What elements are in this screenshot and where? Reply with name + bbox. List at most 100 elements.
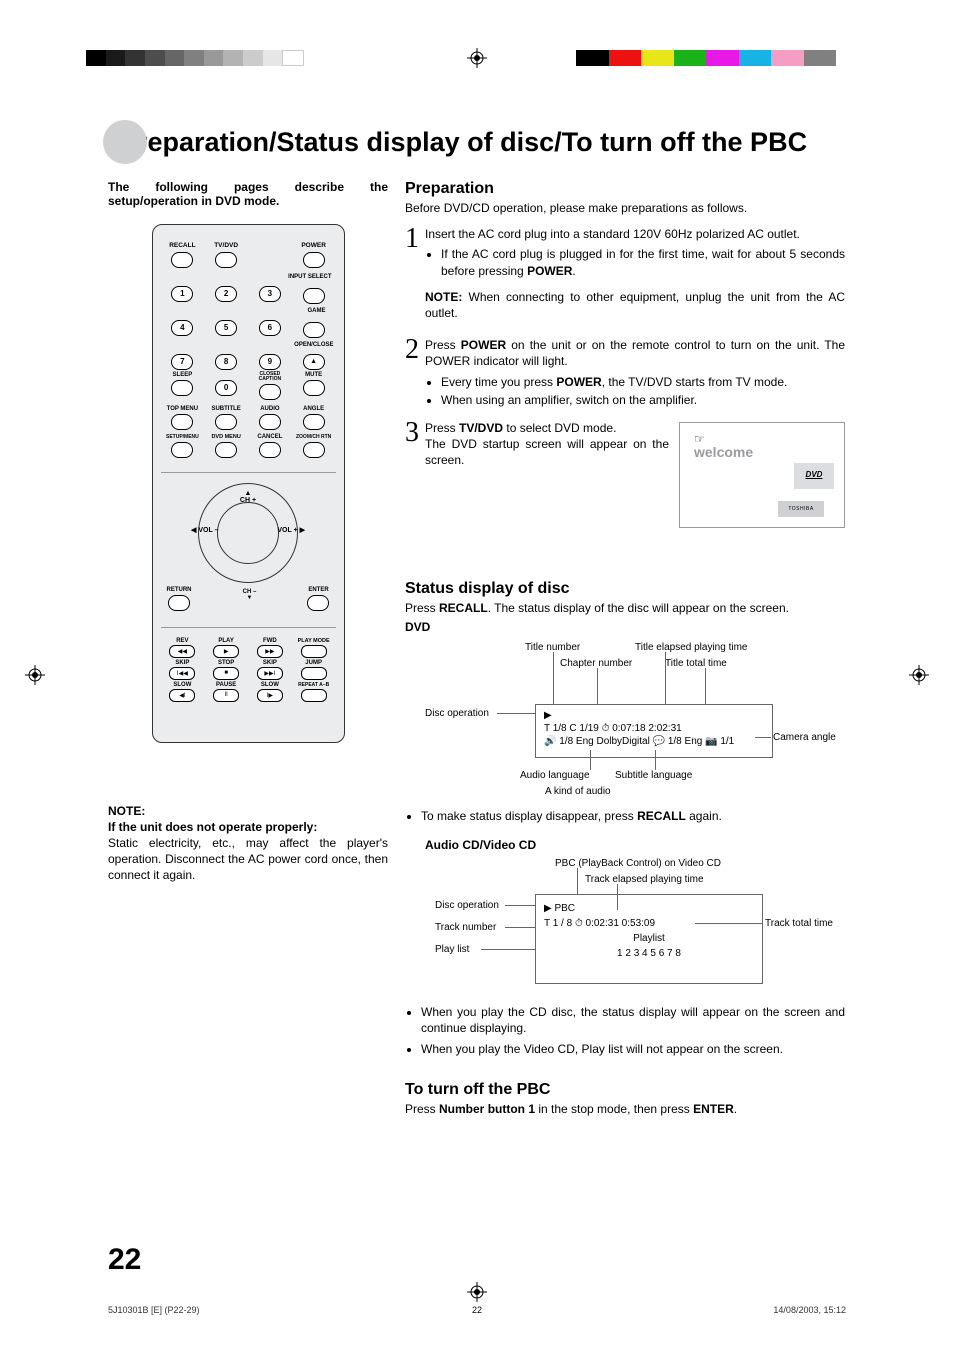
input-select-button — [303, 288, 325, 304]
audio-label: AUDIO — [252, 406, 288, 412]
step2-bullet2: When using an amplifier, switch on the a… — [441, 392, 845, 408]
page-number: 22 — [108, 1243, 141, 1277]
registration-mark-icon — [467, 48, 487, 68]
slowf-label: SLOW — [252, 682, 288, 688]
zoom-button — [303, 442, 325, 458]
play-label: PLAY — [208, 638, 244, 644]
anno-total: Title total time — [665, 658, 727, 669]
anno-camera: Camera angle — [773, 732, 836, 743]
title-bullet-icon — [103, 120, 147, 164]
num-2: 2 — [215, 286, 237, 302]
status-bullet: To make status display disappear, press … — [405, 808, 845, 824]
welcome-screen: ☞ welcome DVD TOSHIBA — [679, 422, 845, 528]
setup-button — [171, 442, 193, 458]
left-column: The following pages describe the setup/o… — [108, 180, 388, 883]
cd-box-l3: Playlist — [544, 931, 754, 946]
nav-right-label: VOL + ▶ — [277, 526, 305, 534]
game-label: GAME — [161, 308, 336, 314]
btn-label: TV/DVD — [208, 243, 244, 250]
skipb-button: I◀◀ — [169, 667, 195, 680]
dvd-status-diagram: Title number Title elapsed playing time … — [405, 642, 845, 802]
dvd-box-l1: ▶ — [544, 709, 764, 722]
step-number-2: 2 — [405, 337, 425, 408]
status-lead: Press RECALL. The status display of the … — [405, 600, 845, 616]
repeat-label: REPEAT A–B — [296, 682, 332, 688]
cc-label: CLOSED CAPTION — [252, 372, 288, 382]
topmenu-label: TOP MENU — [164, 406, 200, 412]
dvd-status-box: ▶ T 1/8 C 1/19 ⏱ 0:07:18 2:02:31 🔊 1/8 E… — [535, 704, 773, 758]
playmode-button — [301, 645, 327, 658]
anno-cd-total: Track total time — [765, 918, 833, 929]
angle-label: ANGLE — [296, 406, 332, 412]
cd-status-box: ▶ PBC T 1 / 8 ⏱ 0:02:31 0:53:09 Playlist… — [535, 894, 763, 984]
anno-cd-elapsed: Track elapsed playing time — [585, 874, 704, 885]
anno-subtitle: Subtitle language — [615, 770, 692, 781]
pbc-heading: To turn off the PBC — [405, 1081, 845, 1099]
registration-mark-icon — [467, 1282, 487, 1302]
step1-bullet: If the AC cord plug is plugged in for th… — [441, 246, 845, 278]
return-button — [168, 595, 190, 611]
dvdmenu-button — [215, 442, 237, 458]
open-close-label: OPEN/CLOSE — [161, 342, 336, 348]
cd-box-l4: 1 2 3 4 5 6 7 8 — [544, 946, 754, 961]
dvd-label: DVD — [405, 620, 845, 634]
pause-label: PAUSE — [208, 682, 244, 688]
num-9: 9 — [259, 354, 281, 370]
playmode-label: PLAY MODE — [296, 638, 332, 644]
num-0: 0 — [215, 380, 237, 396]
welcome-text: welcome — [694, 443, 753, 462]
fwd-label: FWD — [252, 638, 288, 644]
step-2: 2 Press POWER on the unit or on the remo… — [405, 337, 845, 408]
anno-kind: A kind of audio — [545, 786, 611, 797]
note-body: Static electricity, etc., may affect the… — [108, 836, 388, 882]
stop-button: ■ — [213, 667, 239, 680]
skipb-label: SKIP — [164, 660, 200, 666]
skipf-button: ▶▶I — [257, 667, 283, 680]
anno-tracknum: Track number — [435, 922, 496, 933]
step-1: 1 Insert the AC cord plug into a standar… — [405, 226, 845, 279]
slowb-label: SLOW — [164, 682, 200, 688]
skipf-label: SKIP — [252, 660, 288, 666]
step-number-3: 3 — [405, 420, 425, 528]
topmenu-button — [171, 414, 193, 430]
dvd-box-l2: T 1/8 C 1/19 ⏱ 0:07:18 2:02:31 — [544, 722, 764, 735]
step-number-1: 1 — [405, 226, 425, 279]
dvdmenu-label: DVD MENU — [208, 434, 244, 440]
print-bar-color — [576, 50, 836, 66]
step-3: 3 ☞ welcome DVD TOSHIBA Press TV/DVD to … — [405, 420, 845, 528]
zoom-label: ZOOM/CH RTN — [296, 434, 332, 440]
num-8: 8 — [215, 354, 237, 370]
cancel-label: CANCEL — [252, 434, 288, 440]
slowb-button: ◀I — [169, 689, 195, 702]
audio-button — [259, 414, 281, 430]
slowf-button: I▶ — [257, 689, 283, 702]
print-bar-gray — [86, 50, 304, 66]
pbc-text: Press Number button 1 in the stop mode, … — [405, 1101, 845, 1117]
cancel-button — [259, 442, 281, 458]
right-column: Preparation Before DVD/CD operation, ple… — [405, 180, 845, 1117]
dvd-box-l3: 🔊 1/8 Eng DolbyDigital 💬 1/8 Eng 📷 1/1 — [544, 735, 764, 748]
status-heading: Status display of disc — [405, 580, 845, 598]
recall-button — [171, 252, 193, 268]
note-heading: NOTE: — [108, 804, 145, 818]
rev-button: ◀◀ — [169, 645, 195, 658]
step2-bullet1: Every time you press POWER, the TV/DVD s… — [441, 374, 845, 390]
dvd-logo: DVD — [794, 463, 834, 489]
sleep-button — [171, 380, 193, 396]
num-7: 7 — [171, 354, 193, 370]
note-block: NOTE: If the unit does not operate prope… — [108, 803, 388, 884]
mute-label: MUTE — [296, 372, 332, 378]
registration-mark-icon — [909, 665, 929, 685]
pause-button: II — [213, 689, 239, 702]
step3-text2: The DVD startup screen will appear on th… — [425, 437, 669, 467]
nav-ring: ▲CH + ◀ VOL – VOL + ▶ RETURN CH –▼ ENTER — [161, 472, 336, 628]
page-title: Preparation/Status display of disc/To tu… — [119, 127, 807, 158]
cd-status-diagram: PBC (PlayBack Control) on Video CD Track… — [405, 858, 845, 998]
nav-up-label: ▲CH + — [199, 490, 297, 504]
jump-button — [301, 667, 327, 680]
cd-label: Audio CD/Video CD — [425, 838, 845, 852]
cc-button — [259, 384, 281, 400]
tvdvd-button — [215, 252, 237, 268]
play-button: ▶ — [213, 645, 239, 658]
subtitle-label: SUBTITLE — [208, 406, 244, 412]
